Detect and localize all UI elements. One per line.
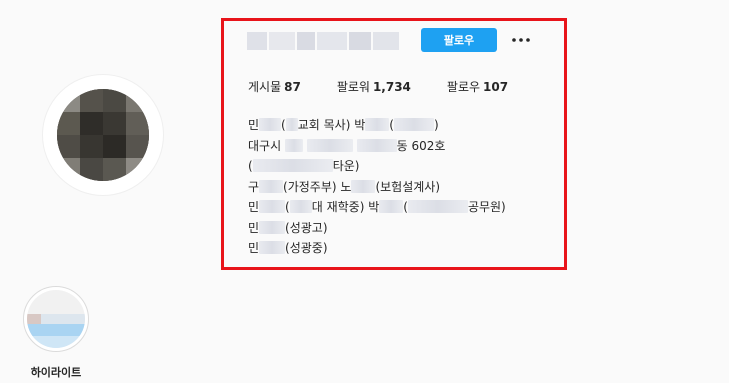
profile-page: 하이라이트 팔로우 게시물 87 팔로워 1,734 팔로우 107 민(교회… [0, 0, 729, 383]
highlight-ring [23, 286, 89, 352]
red-annotation-box [221, 18, 567, 270]
highlight-label: 하이라이트 [30, 366, 82, 379]
highlight-thumbnail [27, 290, 85, 348]
avatar-image [57, 89, 149, 181]
profile-avatar[interactable] [42, 74, 164, 196]
story-highlight[interactable]: 하이라이트 [18, 286, 94, 380]
